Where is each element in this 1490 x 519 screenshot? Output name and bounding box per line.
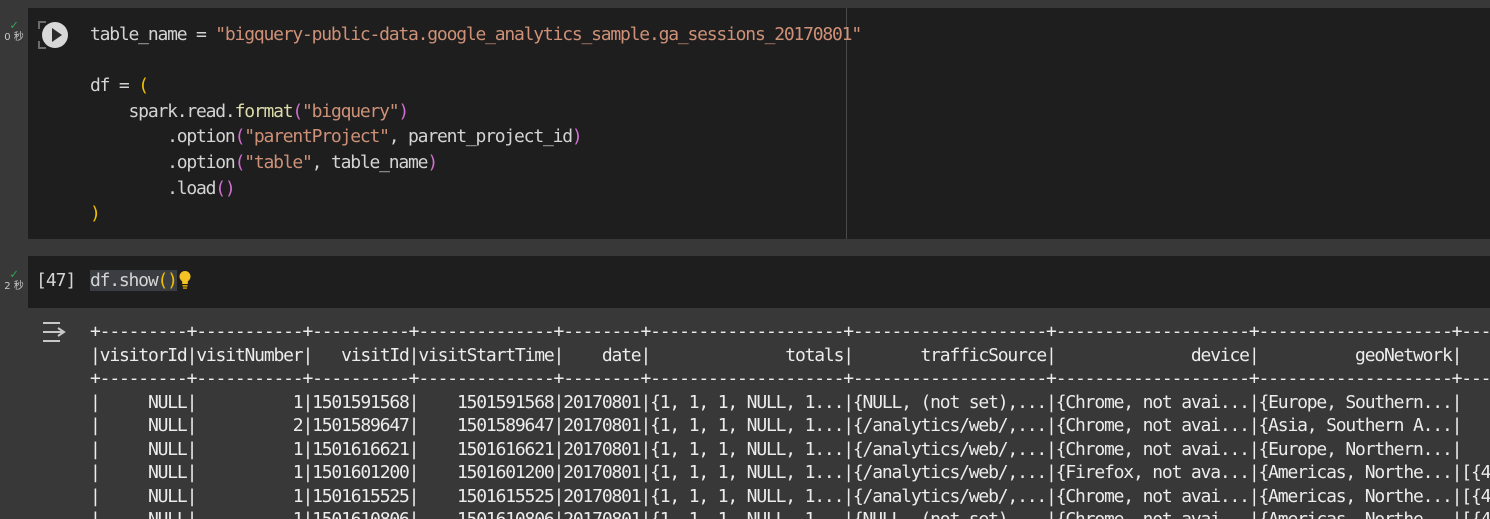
code-token: (: [234, 126, 246, 148]
code-token: format: [234, 100, 294, 122]
code-token: (: [234, 151, 246, 173]
output-line: | NULL| 1|1501615525| 1501615525|2017080…: [90, 485, 1490, 507]
code-token: ): [398, 100, 409, 122]
code-cell-2[interactable]: [28, 256, 1490, 308]
output-line: | NULL| 1|1501591568| 1501591568|2017080…: [90, 391, 1462, 413]
code-token: .option: [90, 126, 236, 148]
code-line[interactable]: df = (: [90, 73, 861, 99]
code-token: ): [427, 151, 438, 173]
code-token: "parentProject": [244, 126, 390, 148]
code-line[interactable]: [90, 48, 861, 74]
code-token: df.show: [90, 270, 159, 291]
code-line[interactable]: spark.read.format("bigquery"): [90, 99, 861, 125]
code-editor-1[interactable]: table_name = "bigquery-public-data.googl…: [90, 22, 862, 227]
code-token: spark.read.: [90, 100, 236, 122]
output-actions-icon[interactable]: [40, 320, 72, 344]
code-token: (): [215, 177, 235, 199]
code-token: df =: [90, 75, 139, 97]
code-token: ): [90, 203, 101, 225]
code-editor-2[interactable]: df.show(): [90, 270, 178, 291]
play-icon: [42, 22, 68, 48]
code-token: , table_name: [311, 151, 429, 173]
cell1-duration: 0 秒: [4, 32, 24, 43]
output-line: | NULL| 1|1501610806| 1501610806|2017080…: [90, 508, 1490, 519]
success-check-icon: ✓: [10, 18, 18, 33]
code-token: , parent_project_id: [388, 126, 573, 148]
code-token: .load: [90, 177, 216, 199]
code-line[interactable]: ): [90, 201, 861, 227]
code-line[interactable]: table_name = "bigquery-public-data.googl…: [90, 22, 862, 48]
code-line[interactable]: .load(): [90, 176, 861, 202]
code-token: (: [138, 75, 149, 97]
cell2-status: ✓ 2 秒: [0, 267, 28, 293]
code-token: "bigquery-public-data.google_analytics_s…: [215, 24, 862, 45]
cell1-status: ✓ 0 秒: [0, 18, 28, 44]
code-line[interactable]: df.show(): [90, 270, 178, 291]
success-check-icon: ✓: [10, 267, 18, 282]
output-line: | NULL| 1|1501601200| 1501601200|2017080…: [90, 462, 1490, 483]
run-cell-button[interactable]: [38, 21, 70, 49]
execution-count: [47]: [36, 270, 76, 291]
output-line: | NULL| 2|1501589647| 1501589647|2017080…: [90, 415, 1462, 436]
code-token: "bigquery": [302, 100, 400, 122]
output-line: +---------+-----------+----------+------…: [90, 321, 1490, 342]
cell-divider: [28, 239, 1490, 256]
code-token: "table": [244, 151, 313, 173]
code-token: (: [292, 100, 303, 122]
code-token: (): [157, 270, 177, 291]
output-line: |visitorId|visitNumber| visitId|visitSta…: [90, 344, 1490, 366]
code-line[interactable]: .option("table", table_name): [90, 150, 861, 176]
notebook-page: ✓ 0 秒 table_name = "bigquery-public-data…: [0, 0, 1490, 519]
cell2-duration: 2 秒: [4, 281, 24, 292]
output-line: | NULL| 1|1501616621| 1501616621|2017080…: [90, 438, 1462, 460]
code-token: .option: [90, 151, 236, 173]
code-line[interactable]: .option("parentProject", parent_project_…: [90, 124, 861, 150]
code-token: table_name =: [90, 24, 216, 45]
lightbulb-icon[interactable]: [178, 270, 192, 290]
dataframe-show-output: +---------+-----------+----------+------…: [90, 320, 1490, 519]
output-line: +---------+-----------+----------+------…: [90, 368, 1490, 389]
code-token: ): [571, 126, 583, 148]
